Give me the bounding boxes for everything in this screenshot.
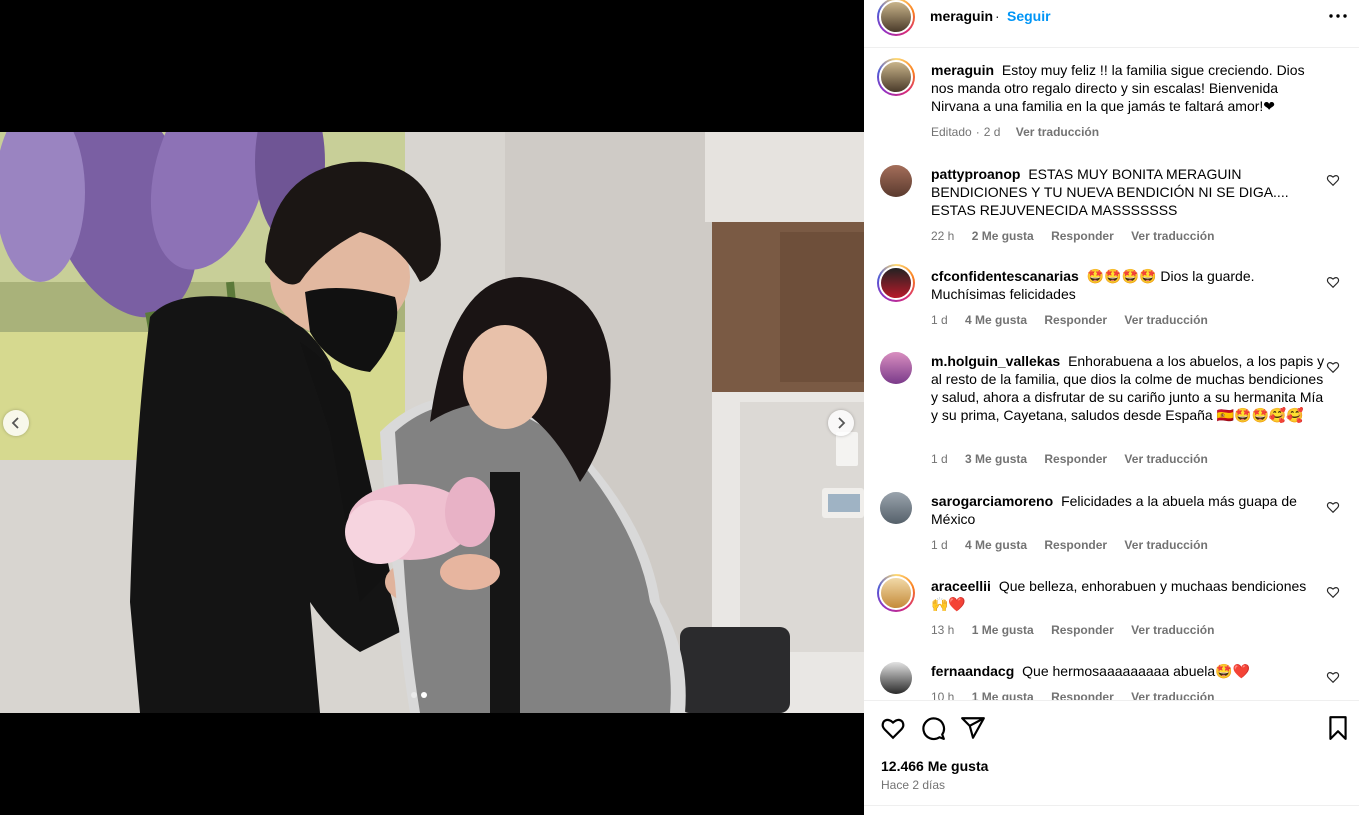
comment-likes[interactable]: 4 Me gusta (965, 538, 1027, 552)
previous-photo-button[interactable] (3, 410, 29, 436)
likes-count[interactable]: 12.466 Me gusta (881, 758, 988, 774)
comment-text: Que hermosaaaaaaaaa abuela🤩❤️ (1022, 663, 1251, 679)
post-actions: 12.466 Me gusta Hace 2 días (864, 700, 1359, 815)
comment-time: 1 d (931, 538, 948, 552)
heart-icon[interactable] (880, 715, 906, 741)
comment-meta: 22 h 2 Me gusta Responder Ver traducción (931, 229, 1228, 243)
comment-text-block: m.holguin_vallekas Enhorabuena a los abu… (931, 352, 1325, 424)
comments-list[interactable]: meraguin Estoy muy feliz !! la familia s… (864, 49, 1359, 700)
post-side-panel: meraguin · Seguir meraguin Estoy muy fel… (864, 0, 1359, 815)
header-separator: · (995, 8, 1000, 24)
more-options-button[interactable] (1327, 6, 1349, 26)
next-photo-button[interactable] (828, 410, 854, 436)
comment-time: 22 h (931, 229, 955, 243)
caption-username[interactable]: meraguin (931, 62, 994, 78)
post-media (0, 0, 864, 815)
carousel-dot (411, 692, 417, 698)
comment-username[interactable]: m.holguin_vallekas (931, 353, 1060, 369)
carousel-dot-active (421, 692, 427, 698)
comment-username[interactable]: pattyproanop (931, 166, 1020, 182)
comment-avatar[interactable] (880, 662, 912, 694)
comment-text-block: sarogarciamoreno Felicidades a la abuela… (931, 492, 1325, 528)
comment-text-block: araceellii Que belleza, enhorabuen y muc… (931, 577, 1325, 613)
comment-like-icon[interactable] (1326, 360, 1340, 374)
caption-meta: Editado · 2 d Ver traducción (931, 125, 1100, 139)
comment-time: 1 d (931, 313, 948, 327)
carousel-dots (411, 692, 427, 698)
comment-icon[interactable] (920, 715, 946, 741)
comment-username[interactable]: cfconfidentescanarias (931, 268, 1079, 284)
comment-text-block: fernaandacg Que hermosaaaaaaaaa abuela🤩❤… (931, 662, 1325, 680)
comment-likes[interactable]: 4 Me gusta (965, 313, 1027, 327)
comment-likes[interactable]: 1 Me gusta (972, 623, 1034, 637)
caption-edited: Editado (931, 125, 972, 139)
reply-button[interactable]: Responder (1051, 623, 1114, 637)
comment-avatar[interactable] (877, 574, 915, 612)
caption-avatar[interactable] (877, 58, 915, 96)
comment-username[interactable]: araceellii (931, 578, 991, 594)
divider (864, 805, 1359, 806)
caption-text-block: meraguin Estoy muy feliz !! la familia s… (931, 61, 1325, 115)
comment-time: 1 d (931, 452, 948, 466)
comment-meta: 13 h 1 Me gusta Responder Ver traducción (931, 623, 1228, 637)
translate-link[interactable]: Ver traducción (1124, 538, 1207, 552)
reply-button[interactable]: Responder (1044, 452, 1107, 466)
comment-meta: 10 h 1 Me gusta Responder Ver traducción (931, 690, 1228, 700)
comment-like-icon[interactable] (1326, 670, 1340, 684)
comment-username[interactable]: fernaandacg (931, 663, 1014, 679)
reply-button[interactable]: Responder (1044, 538, 1107, 552)
comment-avatar[interactable] (880, 492, 912, 524)
more-horizontal-icon (1329, 14, 1347, 18)
comment-time: 13 h (931, 623, 955, 637)
translate-link[interactable]: Ver traducción (1124, 452, 1207, 466)
comment-likes[interactable]: 2 Me gusta (972, 229, 1034, 243)
comment-like-icon[interactable] (1326, 585, 1340, 599)
comment-text-block: pattyproanop ESTAS MUY BONITA MERAGUIN B… (931, 165, 1325, 219)
comment-time: 10 h (931, 690, 955, 700)
reply-button[interactable]: Responder (1051, 690, 1114, 700)
translate-link[interactable]: Ver traducción (1131, 623, 1214, 637)
comment-text-block: cfconfidentescanarias 🤩🤩🤩🤩 Dios la guard… (931, 267, 1325, 303)
author-avatar[interactable] (877, 0, 915, 36)
comment-meta: 1 d 4 Me gusta Responder Ver traducción (931, 313, 1222, 327)
translate-link[interactable]: Ver traducción (1131, 229, 1214, 243)
comment-avatar[interactable] (877, 264, 915, 302)
comment-likes[interactable]: 3 Me gusta (965, 452, 1027, 466)
caption-time: 2 d (983, 125, 1001, 139)
comment-like-icon[interactable] (1326, 275, 1340, 289)
post-header: meraguin · Seguir (864, 0, 1359, 48)
reply-button[interactable]: Responder (1051, 229, 1114, 243)
translate-link[interactable]: Ver traducción (1131, 690, 1214, 700)
caption-translate-link[interactable]: Ver traducción (1016, 125, 1099, 139)
send-icon[interactable] (960, 715, 986, 741)
bookmark-icon[interactable] (1325, 715, 1351, 741)
comment-likes[interactable]: 1 Me gusta (972, 690, 1034, 700)
post-date: Hace 2 días (881, 778, 946, 792)
comment-meta: 1 d 4 Me gusta Responder Ver traducción (931, 538, 1222, 552)
chevron-right-icon (838, 417, 846, 429)
comment-avatar[interactable] (880, 165, 912, 197)
comment-avatar[interactable] (880, 352, 912, 384)
comment-username[interactable]: sarogarciamoreno (931, 493, 1053, 509)
chevron-left-icon (11, 417, 19, 429)
comment-like-icon[interactable] (1326, 500, 1340, 514)
follow-button[interactable]: Seguir (1007, 8, 1051, 24)
reply-button[interactable]: Responder (1044, 313, 1107, 327)
translate-link[interactable]: Ver traducción (1124, 313, 1207, 327)
comment-like-icon[interactable] (1326, 173, 1340, 187)
comment-meta: 1 d 3 Me gusta Responder Ver traducción (931, 452, 1222, 466)
author-username[interactable]: meraguin (930, 8, 993, 24)
post-photo (0, 132, 864, 713)
